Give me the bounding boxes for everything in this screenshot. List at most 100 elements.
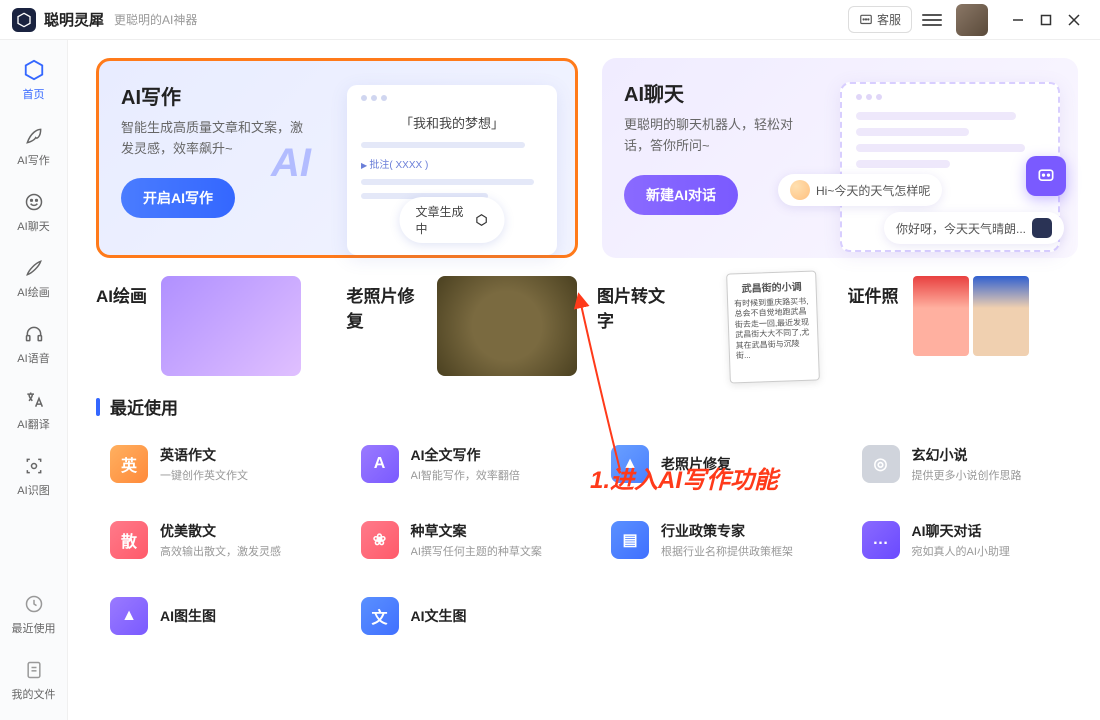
write-note: 批注( XXXX ) — [361, 156, 543, 171]
feature-ai-paint[interactable]: AI绘画 — [96, 276, 327, 376]
sidebar-item-ai-chat[interactable]: AI聊天 — [6, 182, 62, 242]
chat-bubble-user: Hi~今天的天气怎样呢 — [778, 174, 942, 206]
sidebar-item-home[interactable]: 首页 — [6, 50, 62, 110]
feather-icon — [22, 124, 46, 148]
chat-float-icon — [1026, 156, 1066, 196]
sidebar-item-ai-translate[interactable]: AI翻译 — [6, 380, 62, 440]
hero-chat-title: AI聊天 — [624, 78, 814, 107]
ocr-sample-title: 武昌街的小调 — [733, 278, 809, 296]
generating-pill: 文章生成中 — [400, 197, 505, 243]
tool-name: 英语作文 — [160, 445, 248, 465]
sidebar-item-files[interactable]: 我的文件 — [6, 650, 62, 710]
tool-icon: A — [361, 445, 399, 483]
tool-name: AI全文写作 — [411, 445, 520, 465]
tool-desc: 高效输出散文，激发灵感 — [160, 543, 281, 559]
clock-icon — [22, 592, 46, 616]
sidebar-label: AI翻译 — [17, 416, 49, 432]
ai-avatar-icon — [1032, 218, 1052, 238]
chat-bubble-icon — [859, 13, 873, 27]
hero-ai-chat-card[interactable]: AI聊天 更聪明的聊天机器人，轻松对话，答你所问~ 新建AI对话 — [602, 58, 1078, 258]
tool-card[interactable]: A AI全文写作 AI智能写作，效率翻倍 — [347, 433, 578, 495]
recent-section-title: 最近使用 — [96, 394, 1078, 419]
tool-card[interactable]: ❀ 种草文案 AI撰写任何主题的种草文案 — [347, 509, 578, 571]
feature-title: 证件照 — [848, 276, 899, 307]
sidebar-item-ai-write[interactable]: AI写作 — [6, 116, 62, 176]
tool-card[interactable]: 散 优美散文 高效输出散文，激发灵感 — [96, 509, 327, 571]
tool-name: 玄幻小说 — [912, 445, 1022, 465]
tool-card[interactable]: ▲ AI图生图 — [96, 585, 327, 647]
close-button[interactable] — [1060, 6, 1088, 34]
generating-label: 文章生成中 — [416, 203, 469, 237]
feature-id-photo[interactable]: 证件照 — [848, 276, 1079, 376]
tool-card[interactable]: ▤ 行业政策专家 根据行业名称提供政策框架 — [597, 509, 828, 571]
tool-desc: AI智能写作，效率翻倍 — [411, 467, 520, 483]
tool-name: AI图生图 — [160, 606, 216, 626]
feature-photo-restore[interactable]: 老照片修复 — [347, 276, 578, 376]
customer-service-label: 客服 — [877, 11, 901, 28]
tool-icon: ❀ — [361, 521, 399, 559]
hex-icon — [474, 212, 488, 228]
tool-icon: ▤ — [611, 521, 649, 559]
user-avatar[interactable] — [956, 4, 988, 36]
minimize-button[interactable] — [1004, 6, 1032, 34]
sidebar-item-ai-voice[interactable]: AI语音 — [6, 314, 62, 374]
sidebar-label: AI写作 — [17, 152, 49, 168]
tool-card[interactable]: ◎ 玄幻小说 提供更多小说创作思路 — [848, 433, 1079, 495]
smile-icon — [22, 190, 46, 214]
sidebar-label: 首页 — [23, 86, 45, 102]
sidebar-label: AI聊天 — [17, 218, 49, 234]
paint-thumbnail — [161, 276, 301, 376]
ocr-sample-body: 有时候到重庆路买书,总会不自觉地跑武昌街去走一回,最近发现武昌街大大不同了,尤其… — [734, 297, 812, 362]
feature-title: 老照片修复 — [347, 276, 424, 332]
tool-card[interactable]: … AI聊天对话 宛如真人的AI小助理 — [848, 509, 1079, 571]
tool-icon: 英 — [110, 445, 148, 483]
section-title-text: 最近使用 — [110, 394, 178, 419]
sidebar-label: AI语音 — [17, 350, 49, 366]
sidebar-item-recent[interactable]: 最近使用 — [6, 584, 62, 644]
tool-desc: 一键创作英文作文 — [160, 467, 248, 483]
tool-icon: ▲ — [611, 445, 649, 483]
feature-title: AI绘画 — [96, 276, 147, 307]
sidebar-item-ai-ocr[interactable]: AI识图 — [6, 446, 62, 506]
tool-card[interactable]: 文 AI文生图 — [347, 585, 578, 647]
tool-card[interactable]: 英 英语作文 一键创作英文作文 — [96, 433, 327, 495]
tool-icon: 散 — [110, 521, 148, 559]
write-topic: 「我和我的梦想」 — [361, 113, 543, 132]
tool-card[interactable]: ▲ 老照片修复 — [597, 433, 828, 495]
scan-icon — [22, 454, 46, 478]
sidebar-label: 我的文件 — [12, 686, 56, 702]
ocr-thumbnail: 武昌街的小调 有时候到重庆路买书,总会不自觉地跑武昌街去走一回,最近发现武昌街大… — [693, 276, 828, 376]
main-content: AI写作 智能生成高质量文章和文案，激发灵感，效率飙升~ 开启AI写作 AI 「… — [68, 40, 1100, 720]
chat-bubble-ai: 你好呀，今天天气晴朗... — [884, 212, 1064, 244]
hero-ai-write-card[interactable]: AI写作 智能生成高质量文章和文案，激发灵感，效率飙升~ 开启AI写作 AI 「… — [96, 58, 578, 258]
titlebar: 聪明灵犀 更聪明的AI神器 客服 — [0, 0, 1100, 40]
id-photo-thumbnail — [913, 276, 1029, 356]
brush-icon — [22, 256, 46, 280]
new-ai-chat-button[interactable]: 新建AI对话 — [624, 175, 738, 215]
maximize-button[interactable] — [1032, 6, 1060, 34]
sidebar-label: 最近使用 — [12, 620, 56, 636]
recent-tools-grid: 英 英语作文 一键创作英文作文 A AI全文写作 AI智能写作，效率翻倍 ▲ 老… — [96, 433, 1078, 647]
tool-name: 行业政策专家 — [661, 521, 793, 541]
write-preview-panel: 「我和我的梦想」 批注( XXXX ) 文章生成中 — [347, 85, 557, 255]
tool-desc: 根据行业名称提供政策框架 — [661, 543, 793, 559]
home-icon — [22, 58, 46, 82]
start-ai-write-button[interactable]: 开启AI写作 — [121, 178, 235, 218]
file-icon — [22, 658, 46, 682]
tool-name: AI聊天对话 — [912, 521, 1010, 541]
hamburger-menu-icon[interactable] — [922, 10, 942, 30]
tool-name: 老照片修复 — [661, 454, 731, 474]
tool-desc: 提供更多小说创作思路 — [912, 467, 1022, 483]
tool-icon: 文 — [361, 597, 399, 635]
feature-title: 图片转文字 — [597, 276, 679, 332]
app-tagline: 更聪明的AI神器 — [114, 11, 197, 28]
app-name: 聪明灵犀 — [44, 9, 104, 30]
tool-name: 优美散文 — [160, 521, 281, 541]
sidebar-item-ai-paint[interactable]: AI绘画 — [6, 248, 62, 308]
headphone-icon — [22, 322, 46, 346]
translate-icon — [22, 388, 46, 412]
customer-service-button[interactable]: 客服 — [848, 6, 912, 33]
tool-name: 种草文案 — [411, 521, 542, 541]
tool-name: AI文生图 — [411, 606, 467, 626]
feature-ocr[interactable]: 图片转文字 武昌街的小调 有时候到重庆路买书,总会不自觉地跑武昌街去走一回,最近… — [597, 276, 828, 376]
